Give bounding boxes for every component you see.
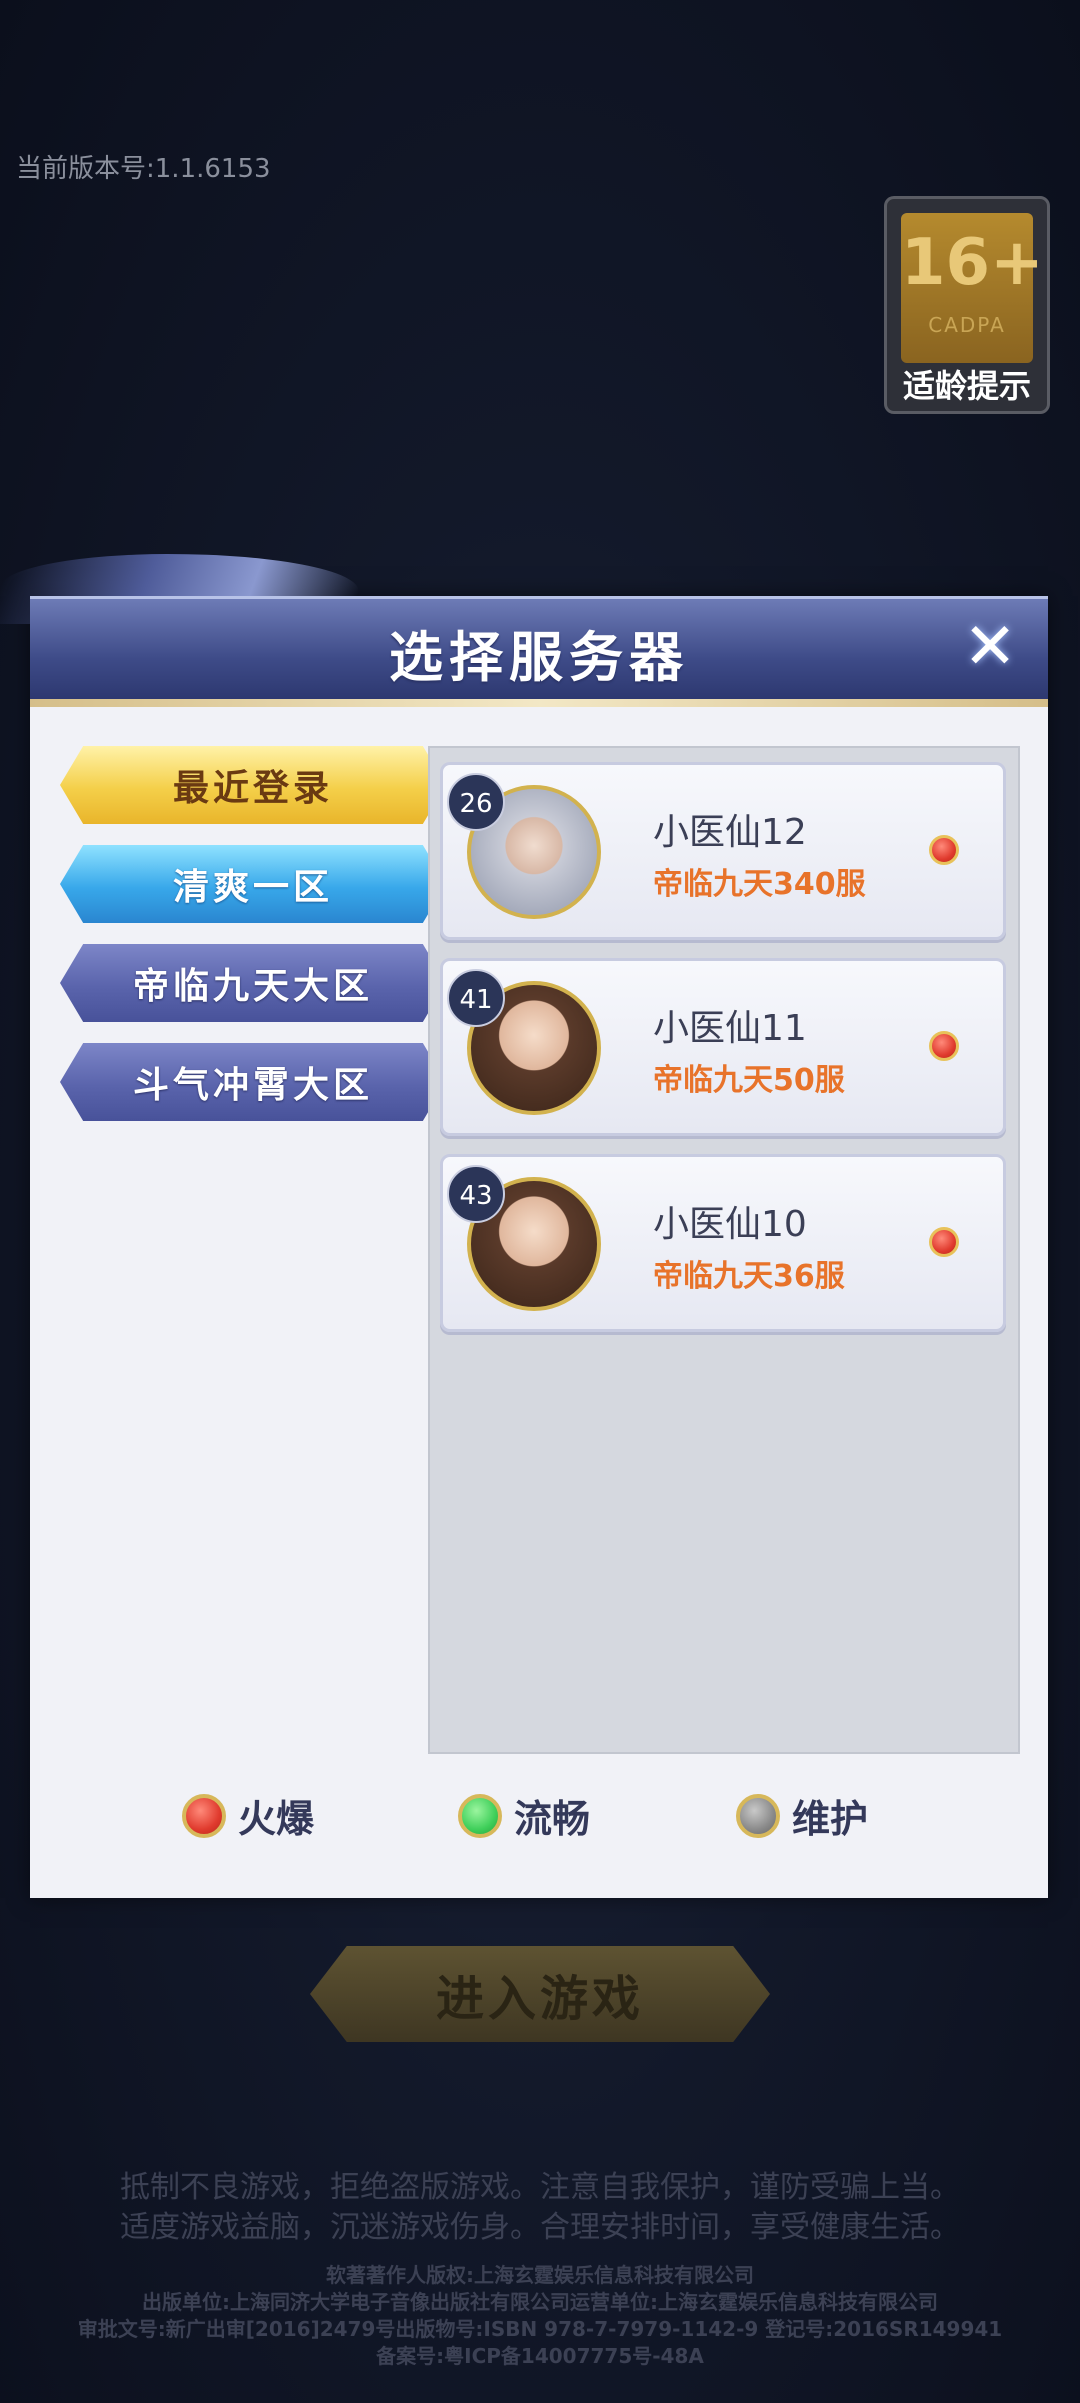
dialog-header: 选择服务器 ✕ [30,596,1048,707]
enter-game-button[interactable]: 进入游戏 [310,1946,770,2042]
credit-line: 审批文号:新广出审[2016]2479号出版物号:ISBN 978-7-7979… [77,2317,1003,2341]
close-icon[interactable]: ✕ [958,615,1022,681]
credit-line: 软著著作人版权:上海玄霆娱乐信息科技有限公司 [326,2263,754,2287]
level-badge: 26 [447,773,505,831]
credit-line: 备案号:粤ICP备14007775号-48A [376,2344,704,2368]
status-hot-icon [929,835,959,865]
level-badge: 43 [447,1165,505,1223]
health-notice: 抵制不良游戏，拒绝盗版游戏。注意自我保护，谨防受骗上当。 适度游戏益脑，沉迷游戏… [0,2168,1080,2248]
legend-maintenance: 维护 [736,1788,868,1843]
server-name: 帝临九天340服 [653,867,866,902]
tab-region-douqi[interactable]: 斗气冲霄大区 [60,1043,446,1121]
character-name: 小医仙11 [653,1008,807,1049]
tab-region-dilin[interactable]: 帝临九天大区 [60,944,446,1022]
version-label: 当前版本号:1.1.6153 [16,154,271,184]
character-name: 小医仙10 [653,1204,807,1245]
legend-hot: 火爆 [182,1788,314,1843]
legend-smooth-label: 流畅 [514,1796,591,1841]
legend-hot-label: 火爆 [238,1796,315,1841]
server-name: 帝临九天50服 [653,1063,845,1098]
age-rating-number: 16+ [901,226,1044,300]
server-select-dialog: 选择服务器 ✕ 最近登录 清爽一区 帝临九天大区 斗气冲霄大区 26 小医仙12… [0,554,1048,1898]
age-rating-badge: 16+ CADPA 适龄提示 [884,196,1050,414]
status-hot-icon [929,1031,959,1061]
server-name: 帝临九天36服 [653,1259,845,1294]
server-card[interactable]: 43 小医仙10 帝临九天36服 [440,1154,1006,1332]
legend-maintenance-label: 维护 [792,1796,869,1841]
age-rating-org: CADPA [928,313,1006,337]
smooth-status-icon [458,1793,502,1838]
server-card[interactable]: 26 小医仙12 帝临九天340服 [440,762,1006,940]
tab-recent-login[interactable]: 最近登录 [60,746,446,824]
notice-line: 适度游戏益脑，沉迷游戏伤身。合理安排时间，享受健康生活。 [120,2210,960,2245]
character-name: 小医仙12 [653,812,807,853]
hot-status-icon [182,1793,226,1838]
age-rating-tip: 适龄提示 [902,367,1031,405]
dialog-title: 选择服务器 [389,625,689,689]
server-list: 26 小医仙12 帝临九天340服 41 小医仙11 帝临九天50服 43 小医… [428,746,1020,1754]
level-badge: 41 [447,969,505,1027]
status-legend: 火爆 流畅 维护 [30,1788,1048,1848]
status-hot-icon [929,1227,959,1257]
maintenance-status-icon [736,1793,780,1838]
notice-line: 抵制不良游戏，拒绝盗版游戏。注意自我保护，谨防受骗上当。 [120,2170,960,2205]
region-tabs: 最近登录 清爽一区 帝临九天大区 斗气冲霄大区 [60,746,446,1142]
legend-smooth: 流畅 [458,1788,590,1843]
server-card[interactable]: 41 小医仙11 帝临九天50服 [440,958,1006,1136]
credit-line: 出版单位:上海同济大学电子音像出版社有限公司运营单位:上海玄霆娱乐信息科技有限公… [142,2290,938,2314]
publishing-credits: 软著著作人版权:上海玄霆娱乐信息科技有限公司 出版单位:上海同济大学电子音像出版… [0,2262,1080,2370]
tab-region-1[interactable]: 清爽一区 [60,845,446,923]
